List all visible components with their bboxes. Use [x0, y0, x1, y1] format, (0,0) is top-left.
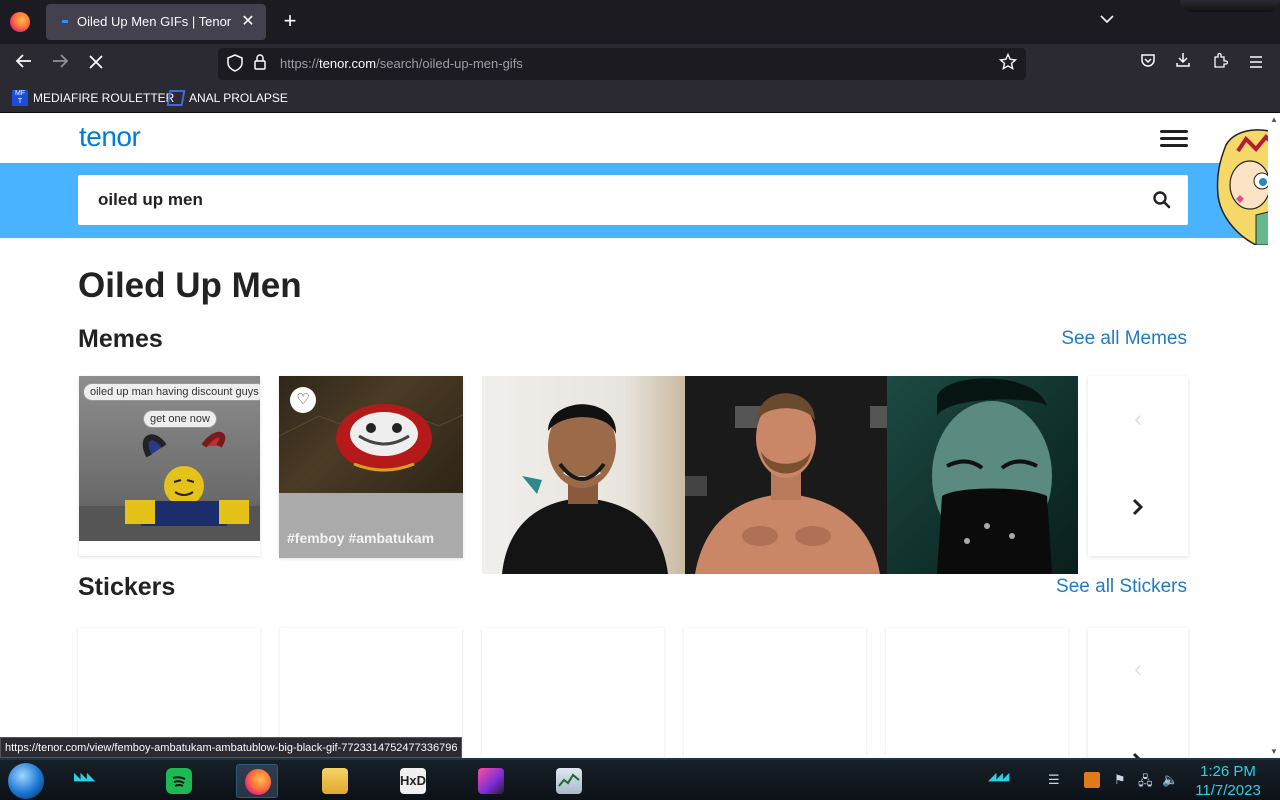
url-host: tenor.com [319, 56, 377, 71]
lock-icon[interactable] [252, 54, 268, 74]
stop-x-icon [89, 55, 103, 69]
pocket-icon[interactable] [1136, 52, 1160, 76]
media-app-taskbar-button[interactable] [470, 764, 512, 798]
start-button[interactable] [8, 763, 44, 799]
scroll-down-arrow-icon[interactable]: ▼ [1268, 747, 1280, 756]
tray-app-icon[interactable] [1084, 772, 1100, 788]
bookmark-star-icon[interactable] [998, 52, 1018, 76]
stop-loading-button[interactable] [84, 52, 108, 76]
network-icon[interactable]: 🖧 [1138, 772, 1153, 794]
volume-icon[interactable]: 🔈 [1162, 772, 1178, 788]
firefox-taskbar-button[interactable] [236, 764, 278, 798]
hxd-taskbar-button[interactable]: HxD [392, 764, 434, 798]
search-icon[interactable] [1150, 188, 1174, 212]
sticker-card[interactable] [886, 628, 1068, 758]
taskbar-decoration: ◣◣◣ [74, 771, 95, 783]
url-prefix: https:// [280, 56, 320, 71]
meme-gif-card-hovered[interactable]: ♡ #femboy #ambatukam [279, 376, 463, 558]
extensions-icon[interactable] [1208, 52, 1232, 76]
file-explorer-taskbar-button[interactable] [314, 764, 356, 798]
url-bar[interactable]: https://tenor.com/search/oiled-up-men-gi… [218, 48, 1026, 80]
spotify-icon [166, 768, 192, 794]
tab-title: Oiled Up Men GIFs | Tenor [77, 14, 232, 29]
carousel-next-icon[interactable] [1132, 496, 1144, 522]
search-box [78, 175, 1188, 225]
new-tab-button[interactable]: + [278, 9, 302, 33]
meme-gif-card[interactable] [482, 376, 685, 574]
clock-date: 11/7/2023 [1195, 782, 1261, 799]
tenor-logo[interactable]: tenor [79, 121, 141, 153]
list-all-tabs-button[interactable] [1100, 11, 1114, 27]
gif-image [482, 376, 685, 574]
carousel-next-icon[interactable] [1132, 750, 1144, 758]
spotify-taskbar-button[interactable] [158, 764, 200, 798]
meme-gif-card[interactable] [887, 376, 1078, 574]
hamburger-menu-icon[interactable] [1160, 130, 1188, 148]
task-manager-taskbar-button[interactable] [548, 764, 590, 798]
bookmark-label: ANAL PROLAPSE [189, 91, 288, 105]
taskbar: ◣◣◣ HxD ◢◢◢ ☰ ⚑ 🖧 🔈 1:26 PM 11/7/2023 [0, 758, 1280, 800]
stickers-carousel-nav: ‹ [1088, 628, 1188, 758]
link-status-bar: https://tenor.com/view/femboy-ambatukam-… [0, 737, 463, 758]
meme-caption: get one now [143, 410, 217, 428]
url-text[interactable]: https://tenor.com/search/oiled-up-men-gi… [280, 56, 523, 71]
stickers-heading: Stickers [78, 573, 176, 601]
search-band [0, 163, 1280, 238]
forward-button[interactable] [48, 52, 72, 76]
bookmark-icon [166, 90, 186, 106]
tracking-protection-icon[interactable] [226, 54, 244, 74]
system-clock[interactable]: 1:26 PM 11/7/2023 [1188, 762, 1268, 800]
meme-caption: oiled up man having discount guys [83, 383, 260, 401]
page-title: Oiled Up Men [78, 266, 302, 305]
bookmark-anal-prolapse[interactable]: ANAL PROLAPSE [166, 90, 288, 106]
favorite-heart-icon[interactable]: ♡ [290, 387, 316, 413]
forward-arrow-icon [53, 54, 69, 68]
see-all-stickers-link[interactable]: See all Stickers [1056, 576, 1187, 598]
action-center-flag-icon[interactable]: ⚑ [1114, 772, 1126, 788]
scroll-up-arrow-icon[interactable]: ▲ [1268, 115, 1280, 124]
meme-gif-card[interactable] [685, 376, 887, 574]
carousel-prev-icon[interactable]: ‹ [1134, 656, 1141, 682]
tab-close-button[interactable]: ✕ [238, 11, 258, 31]
browser-tab[interactable]: Oiled Up Men GIFs | Tenor ✕ [46, 4, 266, 40]
bookmark-label: MEDIAFIRE ROULETTER [33, 91, 175, 105]
clock-time: 1:26 PM [1200, 763, 1256, 780]
taskbar-decoration: ◢◢◢ [988, 771, 1009, 783]
gif-image [685, 376, 887, 574]
see-all-memes-link[interactable]: See all Memes [1061, 328, 1187, 350]
navigation-toolbar: https://tenor.com/search/oiled-up-men-gi… [0, 44, 1280, 84]
search-input[interactable] [78, 175, 1138, 225]
url-path: /search/oiled-up-men-gifs [376, 56, 523, 71]
bookmark-mediafire-rouletter[interactable]: MF T MEDIAFIRE ROULETTER [12, 90, 174, 106]
firefox-icon [245, 769, 271, 795]
meme-gif-card[interactable]: oiled up man having discount guys get on… [79, 376, 260, 556]
downloads-icon[interactable] [1171, 52, 1195, 76]
vertical-scrollbar[interactable]: ▲ ▼ [1268, 113, 1280, 758]
gif-image [887, 376, 1078, 574]
loading-icon [62, 20, 68, 23]
web-page: tenor Oiled Up Men Memes See all Memes [0, 113, 1280, 758]
back-button[interactable] [12, 52, 36, 76]
sticker-card[interactable] [684, 628, 866, 758]
carousel-prev-icon[interactable]: ‹ [1134, 406, 1141, 432]
memes-carousel-nav: ‹ [1088, 376, 1188, 556]
menu-icon[interactable] [1244, 52, 1268, 76]
sticker-card[interactable] [482, 628, 664, 758]
media-app-icon [478, 768, 504, 794]
mediafire-icon: MF T [12, 90, 28, 106]
back-arrow-icon [15, 54, 31, 68]
gif-tags[interactable]: #femboy #ambatukam [287, 530, 434, 546]
monitor-chart-icon [556, 768, 582, 794]
folder-icon [322, 768, 348, 794]
hex-editor-icon: HxD [400, 768, 426, 794]
firefox-logo-icon[interactable] [10, 12, 30, 32]
bookmarks-toolbar: MF T MEDIAFIRE ROULETTER ANAL PROLAPSE [0, 84, 1280, 113]
window-decoration [1180, 0, 1280, 12]
browser-tab-bar: Oiled Up Men GIFs | Tenor ✕ + [0, 0, 1280, 44]
show-hidden-icons-icon[interactable]: ☰ [1048, 772, 1060, 788]
memes-heading: Memes [78, 325, 163, 353]
